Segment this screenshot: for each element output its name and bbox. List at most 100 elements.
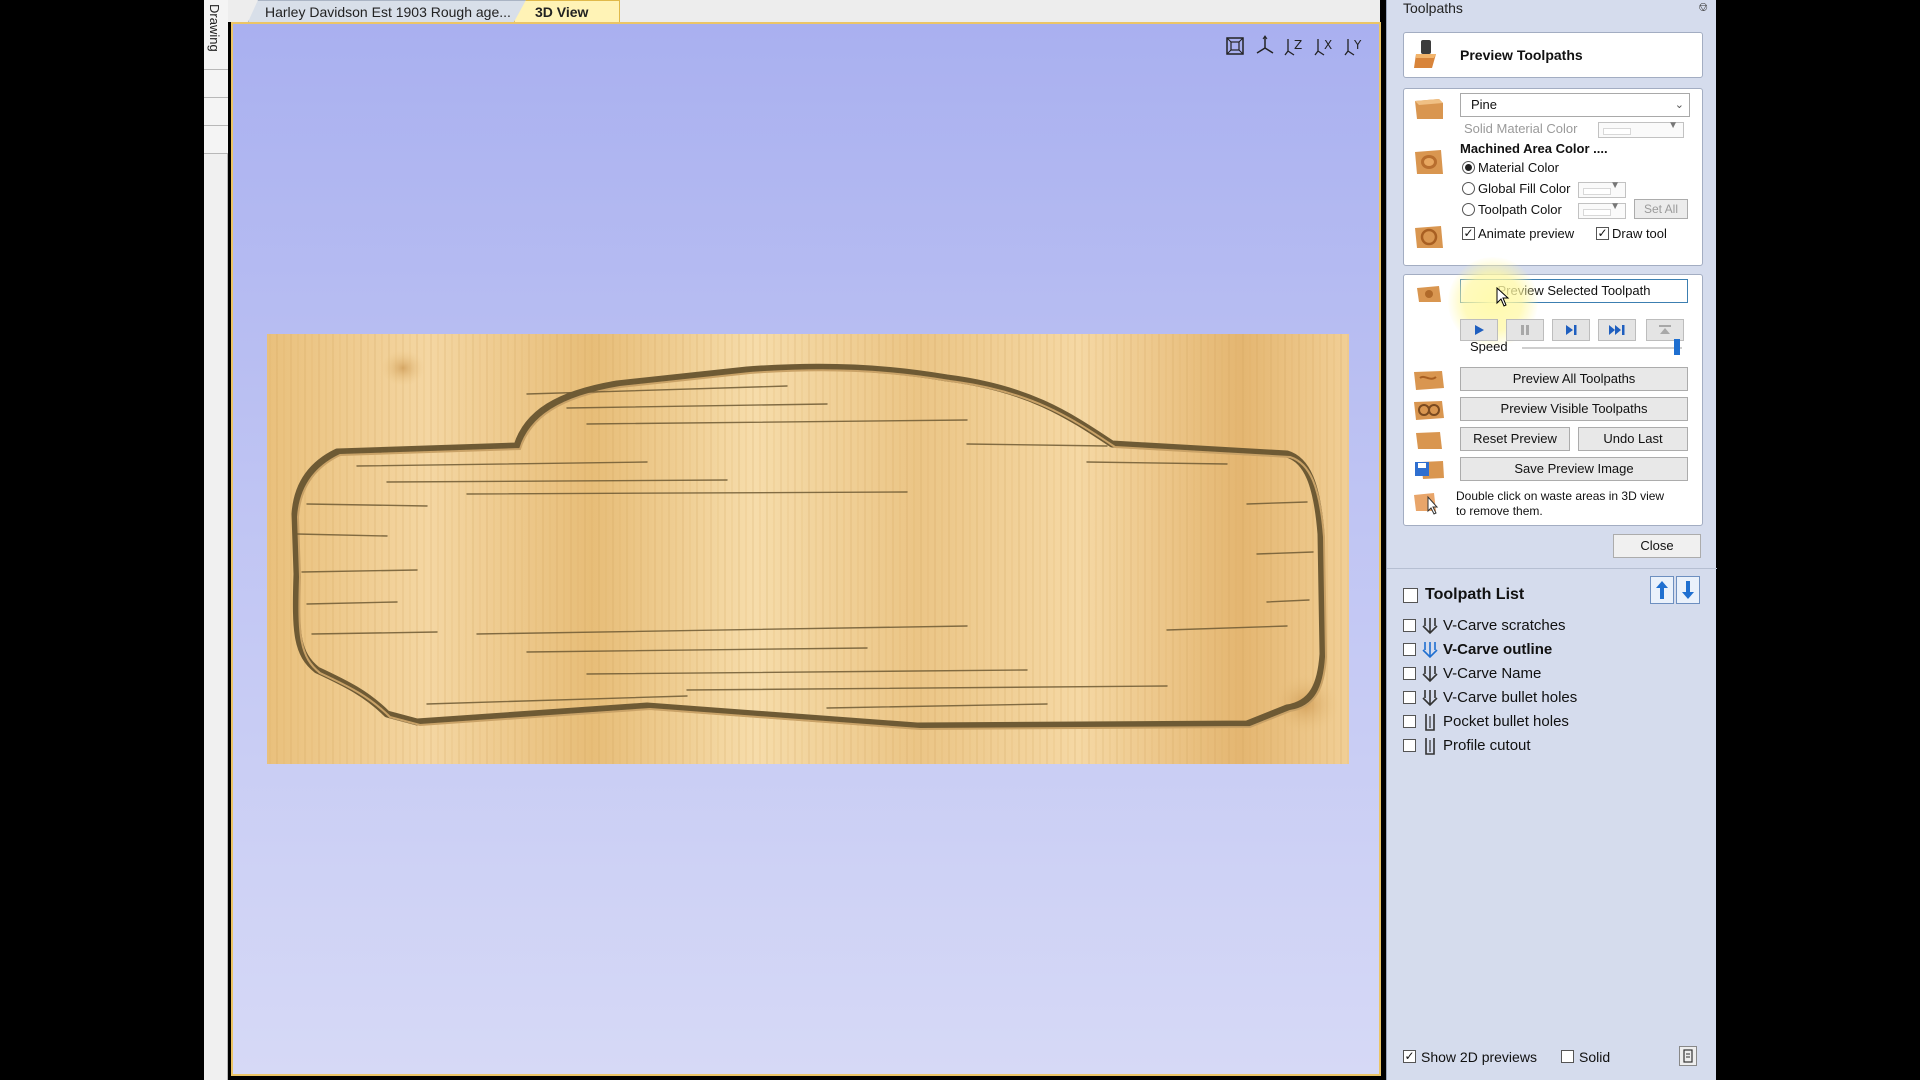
strip-tab-4[interactable]	[204, 126, 228, 154]
save-preview-image-button[interactable]: Save Preview Image	[1460, 457, 1688, 481]
move-toolpath-down-button[interactable]	[1676, 576, 1700, 604]
close-button[interactable]: Close	[1613, 534, 1701, 558]
3d-viewport[interactable]: Z X Y	[231, 22, 1381, 1076]
profile-toolpath-icon	[1425, 738, 1435, 755]
toolpath-name: Pocket bullet holes	[1443, 713, 1569, 730]
toolpath-visible-checkbox[interactable]	[1403, 643, 1416, 656]
toolpath-list-footer: ✓ Show 2D previews Solid	[1387, 1044, 1717, 1070]
toolpath-item-vcarve-bullet-holes[interactable]: V-Carve bullet holes	[1403, 687, 1703, 709]
global-fill-color-label: Global Fill Color	[1478, 181, 1571, 196]
step-forward-icon	[1566, 325, 1577, 335]
reset-preview-icon	[1412, 425, 1446, 455]
z-view-icon[interactable]: Z	[1283, 34, 1307, 58]
pin-icon[interactable]: ⎊	[1698, 0, 1708, 15]
speed-slider-thumb[interactable]	[1674, 339, 1681, 355]
skip-to-end-button[interactable]	[1598, 319, 1636, 341]
chevron-down-icon: ▼	[1610, 180, 1620, 191]
list-options-button[interactable]	[1679, 1046, 1697, 1066]
z-view-label: Z	[1294, 38, 1302, 52]
move-toolpath-up-button[interactable]	[1650, 576, 1674, 604]
tab-harley-davidson[interactable]: Harley Davidson Est 1903 Rough age...	[248, 0, 532, 22]
view-toolbar: Z X Y	[1223, 34, 1367, 58]
toolpath-item-profile-cutout[interactable]: Profile cutout	[1403, 735, 1703, 757]
pause-icon	[1521, 325, 1529, 335]
preview-visible-toolpaths-button[interactable]: Preview Visible Toolpaths	[1460, 397, 1688, 421]
show-2d-previews-checkbox[interactable]: ✓	[1403, 1050, 1416, 1063]
zoom-extents-icon[interactable]	[1223, 34, 1247, 58]
double-click-hint-icon	[1410, 487, 1444, 517]
radio-global-fill-color[interactable]	[1462, 182, 1475, 195]
preview-visible-icon	[1412, 395, 1446, 425]
vcarve-toolpath-icon	[1422, 666, 1438, 683]
toolpath-visible-checkbox[interactable]	[1403, 739, 1416, 752]
toolpath-color-picker[interactable]: ▼	[1578, 201, 1626, 219]
hint-line-2: to remove them.	[1456, 504, 1543, 518]
toolpath-item-pocket-bullet-holes[interactable]: Pocket bullet holes	[1403, 711, 1703, 733]
preview-all-toolpaths-button[interactable]: Preview All Toolpaths	[1460, 367, 1688, 391]
toolpath-visible-checkbox[interactable]	[1403, 619, 1416, 632]
preview-controls-box: Preview Selected Toolpath Speed Preview …	[1403, 257, 1703, 526]
x-view-label: X	[1324, 38, 1332, 52]
material-color-label: Material Color	[1478, 160, 1559, 175]
vcarve-toolpath-icon	[1422, 618, 1438, 635]
material-block-icon	[1412, 93, 1446, 123]
select-all-toolpaths-checkbox[interactable]	[1403, 588, 1418, 603]
toolpath-name: V-Carve Name	[1443, 665, 1542, 682]
animate-preview-icon	[1412, 221, 1446, 251]
y-view-icon[interactable]: Y	[1343, 34, 1367, 58]
machined-area-title: Machined Area Color ....	[1460, 141, 1608, 156]
preview-brush-icon	[1408, 39, 1442, 69]
solid-material-color-picker[interactable]: ▼	[1598, 120, 1684, 138]
radio-material-color[interactable]	[1462, 161, 1475, 174]
tab-3d-view[interactable]: 3D View	[514, 0, 620, 22]
document-tab-bar: Harley Davidson Est 1903 Rough age... 3D…	[228, 0, 1380, 22]
y-view-label: Y	[1353, 38, 1362, 52]
toolpath-visible-checkbox[interactable]	[1403, 715, 1416, 728]
radio-toolpath-color[interactable]	[1462, 203, 1475, 216]
toolpath-visible-checkbox[interactable]	[1403, 691, 1416, 704]
toolpath-name: V-Carve bullet holes	[1443, 689, 1578, 706]
undo-last-button[interactable]: Undo Last	[1578, 427, 1688, 451]
preview-toolpaths-title: Preview Toolpaths	[1460, 47, 1583, 63]
draw-tool-checkbox[interactable]: ✓	[1596, 227, 1609, 240]
pause-button[interactable]	[1506, 319, 1544, 341]
toolpath-visible-checkbox[interactable]	[1403, 667, 1416, 680]
set-all-button[interactable]: Set All	[1634, 199, 1688, 219]
solid-checkbox[interactable]	[1561, 1050, 1574, 1063]
mouse-pointer-icon	[1496, 287, 1510, 307]
pocket-toolpath-icon	[1425, 714, 1435, 731]
drawing-tab[interactable]: Drawing	[204, 0, 228, 70]
machined-area-icon	[1412, 147, 1446, 177]
reset-preview-button[interactable]: Reset Preview	[1460, 427, 1570, 451]
strip-tab-3[interactable]	[204, 98, 228, 126]
iso-view-icon[interactable]	[1253, 34, 1277, 58]
speed-label: Speed	[1470, 339, 1508, 354]
speed-slider-track[interactable]	[1522, 347, 1682, 349]
toolpaths-panel: Toolpaths ⎊ Preview Toolpaths Pine ⌄ Sol…	[1386, 0, 1717, 1080]
chevron-down-icon: ⌄	[1674, 99, 1684, 111]
step-forward-button[interactable]	[1552, 319, 1590, 341]
toolpath-item-vcarve-scratches[interactable]: V-Carve scratches	[1403, 615, 1703, 637]
toolpath-list-title: Toolpath List	[1425, 586, 1525, 603]
rewind-top-button[interactable]	[1646, 319, 1684, 341]
play-button[interactable]	[1460, 319, 1498, 341]
chevron-down-icon: ▼	[1668, 120, 1678, 131]
draw-tool-label: Draw tool	[1612, 226, 1667, 241]
wood-board-3d-preview[interactable]	[267, 334, 1349, 764]
document-icon	[1683, 1049, 1693, 1063]
toolpath-item-vcarve-name[interactable]: V-Carve Name	[1403, 663, 1703, 685]
panel-title: Toolpaths	[1403, 0, 1463, 16]
global-fill-color-picker[interactable]: ▼	[1578, 180, 1626, 198]
hint-line-1: Double click on waste areas in 3D view	[1456, 489, 1665, 503]
strip-tab-2[interactable]	[204, 70, 228, 98]
toolpath-item-vcarve-outline[interactable]: V-Carve outline	[1403, 639, 1703, 661]
solid-material-color-label: Solid Material Color	[1464, 121, 1578, 136]
vcarve-toolpath-icon	[1422, 642, 1438, 659]
animate-preview-checkbox[interactable]: ✓	[1462, 227, 1475, 240]
preview-selected-toolpath-button[interactable]: Preview Selected Toolpath	[1460, 279, 1688, 303]
toolpath-name: V-Carve outline	[1443, 641, 1553, 658]
solid-label: Solid	[1579, 1049, 1611, 1065]
x-view-icon[interactable]: X	[1313, 34, 1337, 58]
preview-selected-icon	[1412, 279, 1446, 309]
material-select[interactable]: Pine ⌄	[1460, 93, 1690, 117]
